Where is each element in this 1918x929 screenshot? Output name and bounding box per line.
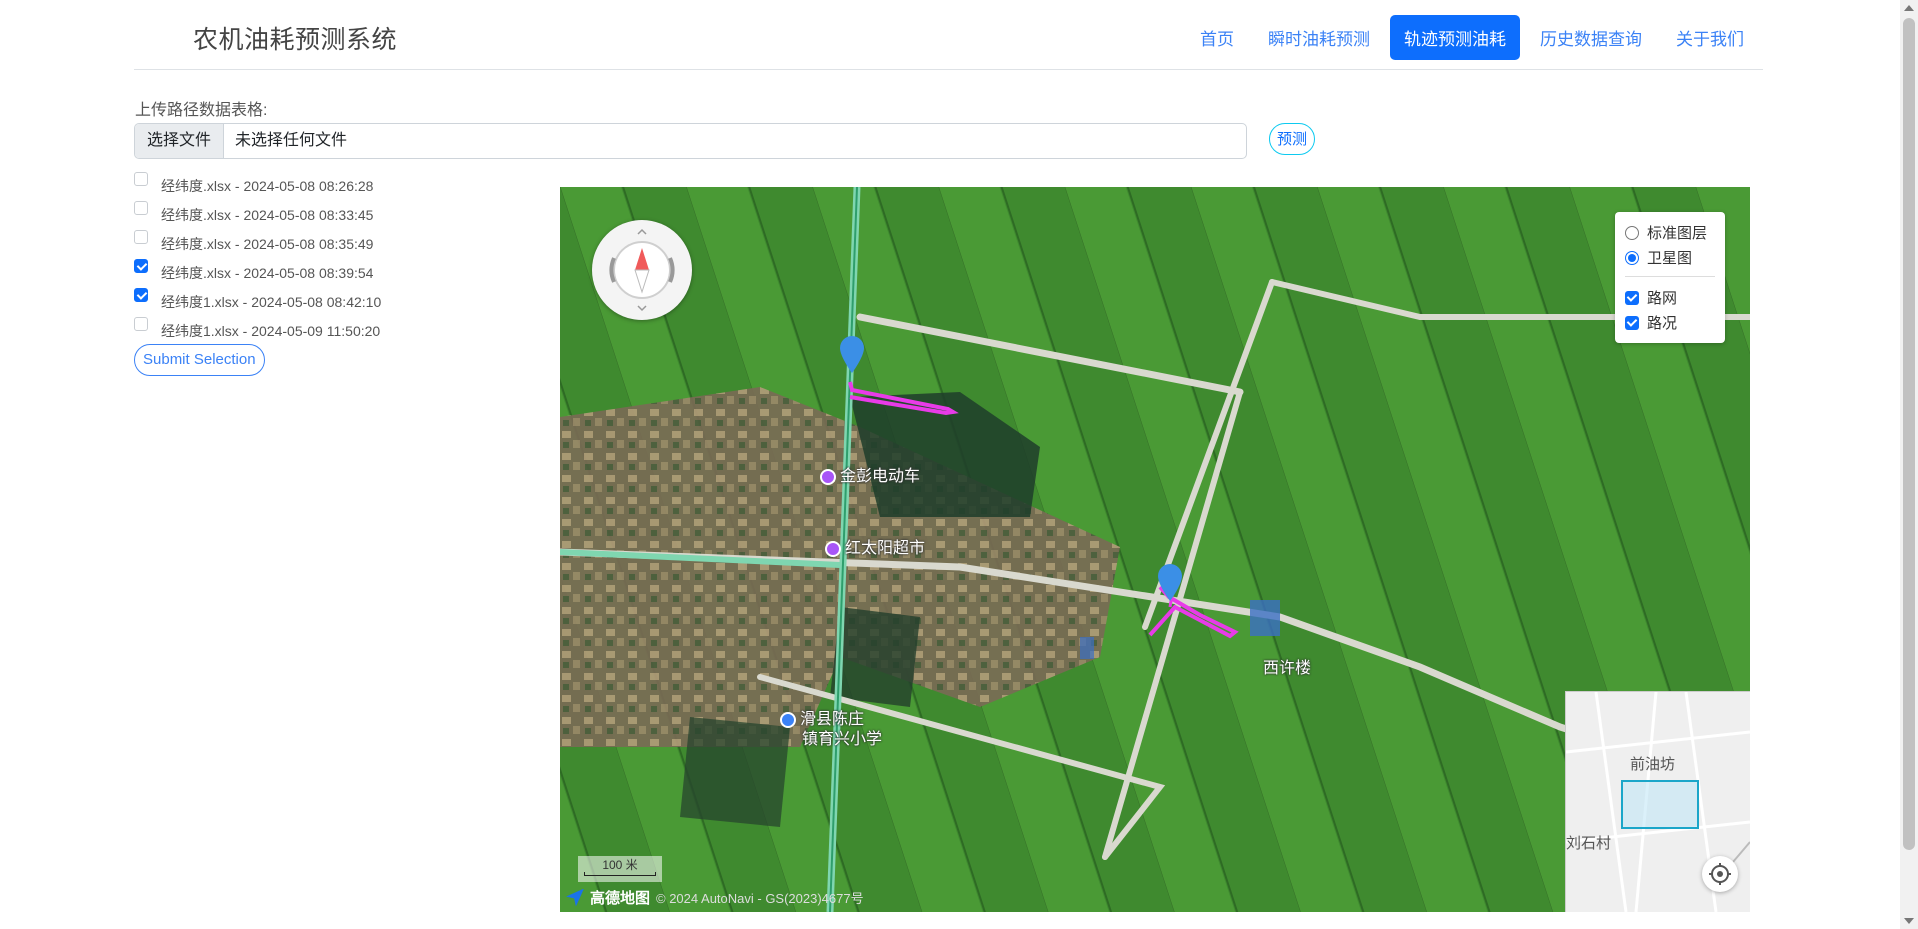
compass-icon [609, 228, 675, 312]
file-checkbox[interactable] [134, 230, 148, 244]
map-view[interactable]: 金彭电动车 红太阳超市 西许楼 滑县陈庄 镇育兴小学 标准图层 卫星图 路网 路… [560, 187, 1750, 912]
layer-switcher: 标准图层 卫星图 路网 路况 [1615, 212, 1725, 343]
scroll-down-icon[interactable] [1904, 918, 1914, 924]
layer-traffic-label: 路况 [1647, 315, 1678, 332]
amap-logo-icon [566, 888, 584, 907]
map-attribution: 高德地图 © 2024 AutoNavi - GS(2023)4677号 [566, 887, 864, 908]
predict-button[interactable]: 预测 [1269, 123, 1316, 155]
layer-traffic-checkbox[interactable] [1625, 315, 1639, 330]
poi-label: 金彭电动车 [840, 468, 921, 485]
header-divider [134, 69, 1763, 70]
file-checkbox[interactable] [134, 201, 148, 215]
poi-label: 红太阳超市 [845, 540, 926, 557]
layer-standard-radio[interactable] [1625, 225, 1639, 240]
compass-control[interactable] [592, 220, 692, 320]
layer-road[interactable]: 路网 [1625, 285, 1715, 310]
upload-label: 上传路径数据表格: [135, 102, 268, 119]
file-label[interactable]: 经纬度.xlsx - 2024-05-08 08:39:54 [161, 263, 373, 283]
layer-road-label: 路网 [1647, 290, 1678, 307]
nav-about[interactable]: 关于我们 [1662, 15, 1758, 60]
scale-label: 100 米 [602, 858, 638, 872]
copyright-text: © 2024 AutoNavi - GS(2023)4677号 [656, 891, 864, 906]
file-label[interactable]: 经纬度1.xlsx - 2024-05-08 08:42:10 [161, 292, 381, 312]
scale-bar: 100 米 [578, 856, 662, 882]
layer-satellite[interactable]: 卫星图 [1625, 245, 1715, 270]
file-label[interactable]: 经纬度.xlsx - 2024-05-08 08:33:45 [161, 205, 373, 225]
layer-divider [1625, 276, 1715, 277]
start-marker-icon[interactable] [839, 335, 865, 375]
scroll-thumb[interactable] [1903, 18, 1915, 850]
shop-icon [820, 468, 836, 485]
poi-school-line2: 镇育兴小学 [802, 731, 883, 748]
overview-label: 前油坊 [1630, 756, 1676, 773]
file-input[interactable]: 选择文件 未选择任何文件 [134, 123, 1247, 159]
file-checkbox[interactable] [134, 259, 148, 273]
layer-satellite-radio[interactable] [1625, 250, 1639, 265]
overview-viewport[interactable] [1621, 780, 1699, 829]
page-scrollbar[interactable] [1900, 0, 1918, 929]
poi-hongtaiyang[interactable]: 红太阳超市 [825, 534, 925, 558]
layer-standard-label: 标准图层 [1647, 225, 1708, 242]
layer-road-checkbox[interactable] [1625, 290, 1639, 305]
nav-history[interactable]: 历史数据查询 [1526, 15, 1656, 60]
file-status-text: 未选择任何文件 [235, 132, 348, 149]
scale-line [584, 872, 656, 876]
file-checkbox[interactable] [134, 172, 148, 186]
layer-traffic[interactable]: 路况 [1625, 310, 1715, 335]
main-nav: 首页 瞬时油耗预测 轨迹预测油耗 历史数据查询 关于我们 [1186, 15, 1758, 60]
choose-file-button[interactable]: 选择文件 [135, 124, 225, 158]
scroll-up-icon[interactable] [1904, 5, 1914, 11]
app-title: 农机油耗预测系统 [193, 26, 398, 54]
file-label[interactable]: 经纬度.xlsx - 2024-05-08 08:26:28 [161, 176, 373, 196]
poi-xixulou[interactable]: 西许楼 [1263, 654, 1311, 678]
submit-selection-button[interactable]: Submit Selection [134, 344, 265, 376]
file-checkbox[interactable] [134, 317, 148, 331]
file-label[interactable]: 经纬度1.xlsx - 2024-05-09 11:50:20 [161, 321, 380, 341]
crosshair-icon [1709, 863, 1731, 885]
file-label[interactable]: 经纬度.xlsx - 2024-05-08 08:35:49 [161, 234, 373, 254]
amap-logo-text: 高德地图 [590, 890, 651, 907]
layer-standard[interactable]: 标准图层 [1625, 220, 1715, 245]
file-checkbox[interactable] [134, 288, 148, 302]
poi-jinpeng[interactable]: 金彭电动车 [820, 462, 920, 486]
nav-track-fuel[interactable]: 轨迹预测油耗 [1390, 15, 1520, 60]
locate-button[interactable] [1702, 856, 1738, 892]
nav-home[interactable]: 首页 [1186, 15, 1248, 60]
layer-satellite-label: 卫星图 [1647, 250, 1693, 267]
shop-icon [825, 540, 841, 557]
overview-label: 刘石村 [1566, 835, 1612, 852]
school-icon [780, 711, 796, 728]
nav-instant-fuel[interactable]: 瞬时油耗预测 [1254, 15, 1384, 60]
track-marker-icon[interactable] [1157, 563, 1183, 603]
